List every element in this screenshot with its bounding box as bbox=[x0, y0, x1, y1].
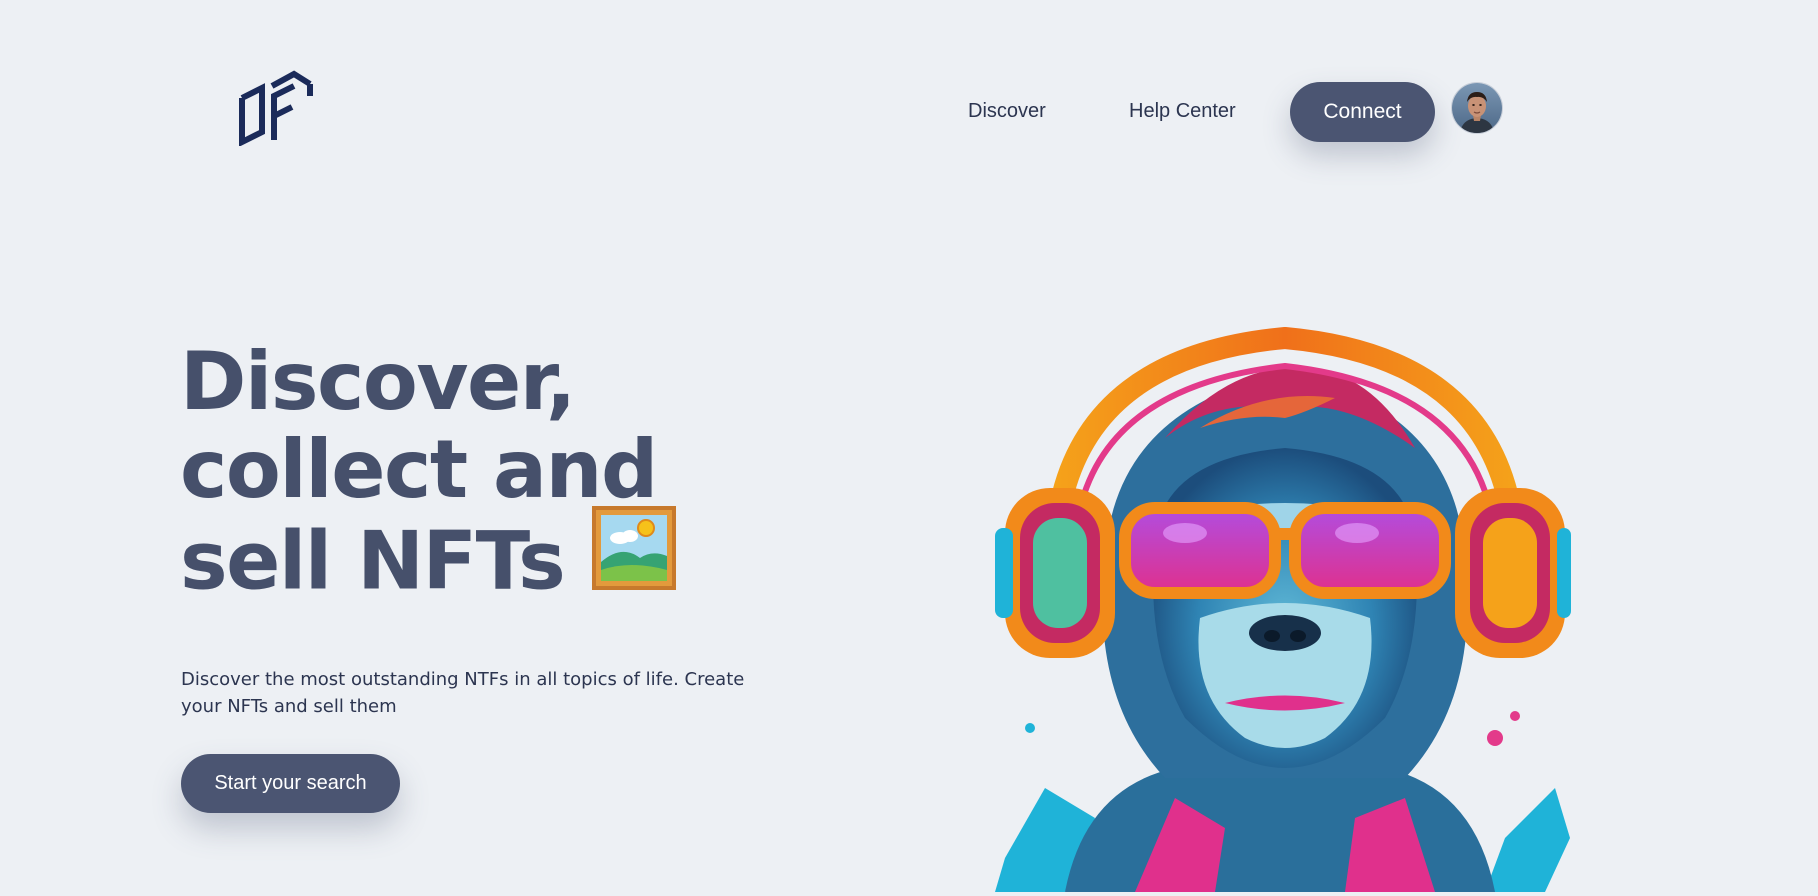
nav-link-help-center[interactable]: Help Center bbox=[1129, 100, 1236, 123]
gorilla-headphones-nft-illustration bbox=[985, 318, 1575, 892]
hero-title-line-1: Discover, bbox=[180, 335, 576, 428]
top-navigation: Discover Help Center Connect bbox=[0, 82, 1818, 142]
start-search-button[interactable]: Start your search bbox=[181, 754, 400, 813]
hero-title: Discover, collect and sell NFTs bbox=[180, 338, 678, 619]
hero-description: Discover the most outstanding NTFs in al… bbox=[181, 669, 745, 717]
user-avatar[interactable] bbox=[1451, 82, 1503, 134]
hero-title-line-3-text: sell NFTs bbox=[180, 514, 566, 608]
hero-title-line-3: sell NFTs bbox=[180, 506, 678, 619]
connect-button[interactable]: Connect bbox=[1290, 82, 1435, 142]
nav-link-discover[interactable]: Discover bbox=[968, 100, 1046, 123]
framed-picture-icon bbox=[590, 504, 678, 609]
hero-title-line-2: collect and bbox=[180, 423, 658, 516]
user-avatar-icon bbox=[1452, 83, 1502, 133]
